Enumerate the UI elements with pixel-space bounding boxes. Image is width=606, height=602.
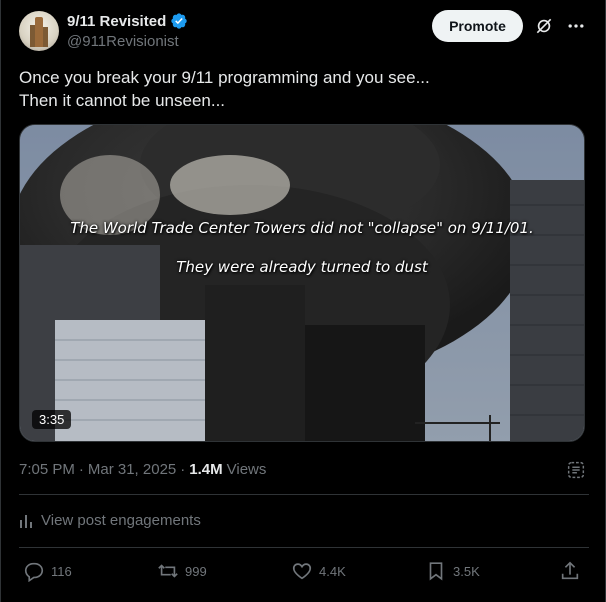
views-label: Views [226, 461, 267, 478]
post-time[interactable]: 7:05 PM [19, 461, 75, 478]
share-icon [561, 561, 579, 580]
video-caption-line-1: The World Trade Center Towers did not "c… [70, 219, 534, 237]
verified-badge-icon[interactable] [170, 12, 188, 30]
view-post-engagements-link[interactable]: View post engagements [19, 512, 201, 529]
author-name-row: 9/11 Revisited [67, 12, 188, 30]
bar-chart-icon [20, 514, 32, 528]
avatar[interactable] [19, 11, 59, 51]
reply-count: 116 [51, 563, 72, 579]
bookmark-button[interactable]: 3.5K [425, 560, 480, 582]
video-duration-badge: 3:35 [32, 410, 72, 429]
reply-icon [24, 562, 44, 582]
analytics-icon[interactable] [565, 459, 587, 481]
author-handle[interactable]: @911Revisionist [67, 33, 179, 50]
divider [19, 547, 589, 548]
meta-separator: · [180, 461, 186, 478]
view-post-engagements-label[interactable]: View post engagements [41, 512, 201, 529]
video-caption-line-2: They were already turned to dust [176, 258, 428, 276]
post-text: Once you break your 9/11 programming and… [19, 66, 589, 112]
post-text-line-1: Once you break your 9/11 programming and… [19, 68, 430, 87]
more-icon[interactable] [566, 16, 586, 36]
reply-button[interactable]: 116 [23, 560, 72, 582]
divider [19, 494, 589, 495]
post-meta: 7:05 PM · Mar 31, 2025 · 1.4M Views [19, 461, 266, 478]
meta-separator: · [78, 461, 84, 478]
video-frame [20, 125, 584, 441]
video-player[interactable]: The World Trade Center Towers did not "c… [19, 124, 585, 442]
heart-icon [292, 563, 312, 580]
author-display-name[interactable]: 9/11 Revisited [67, 13, 166, 30]
repost-count: 999 [185, 563, 207, 579]
share-button[interactable] [559, 560, 581, 582]
post-card: 9/11 Revisited @911Revisionist Promote O… [0, 0, 606, 602]
bookmark-count: 3.5K [453, 563, 480, 579]
repost-button[interactable]: 999 [157, 560, 207, 582]
post-text-line-2: Then it cannot be unseen... [19, 91, 226, 110]
like-button[interactable]: 4.4K [291, 560, 346, 582]
like-count: 4.4K [319, 563, 346, 579]
promote-button[interactable]: Promote [432, 10, 523, 42]
repost-icon [158, 564, 178, 578]
post-date[interactable]: Mar 31, 2025 [88, 461, 176, 478]
action-bar: 116 999 4.4K 3.5K [19, 560, 589, 588]
bookmark-icon [429, 562, 443, 581]
views-count: 1.4M [189, 461, 223, 478]
grok-icon[interactable] [534, 16, 554, 36]
